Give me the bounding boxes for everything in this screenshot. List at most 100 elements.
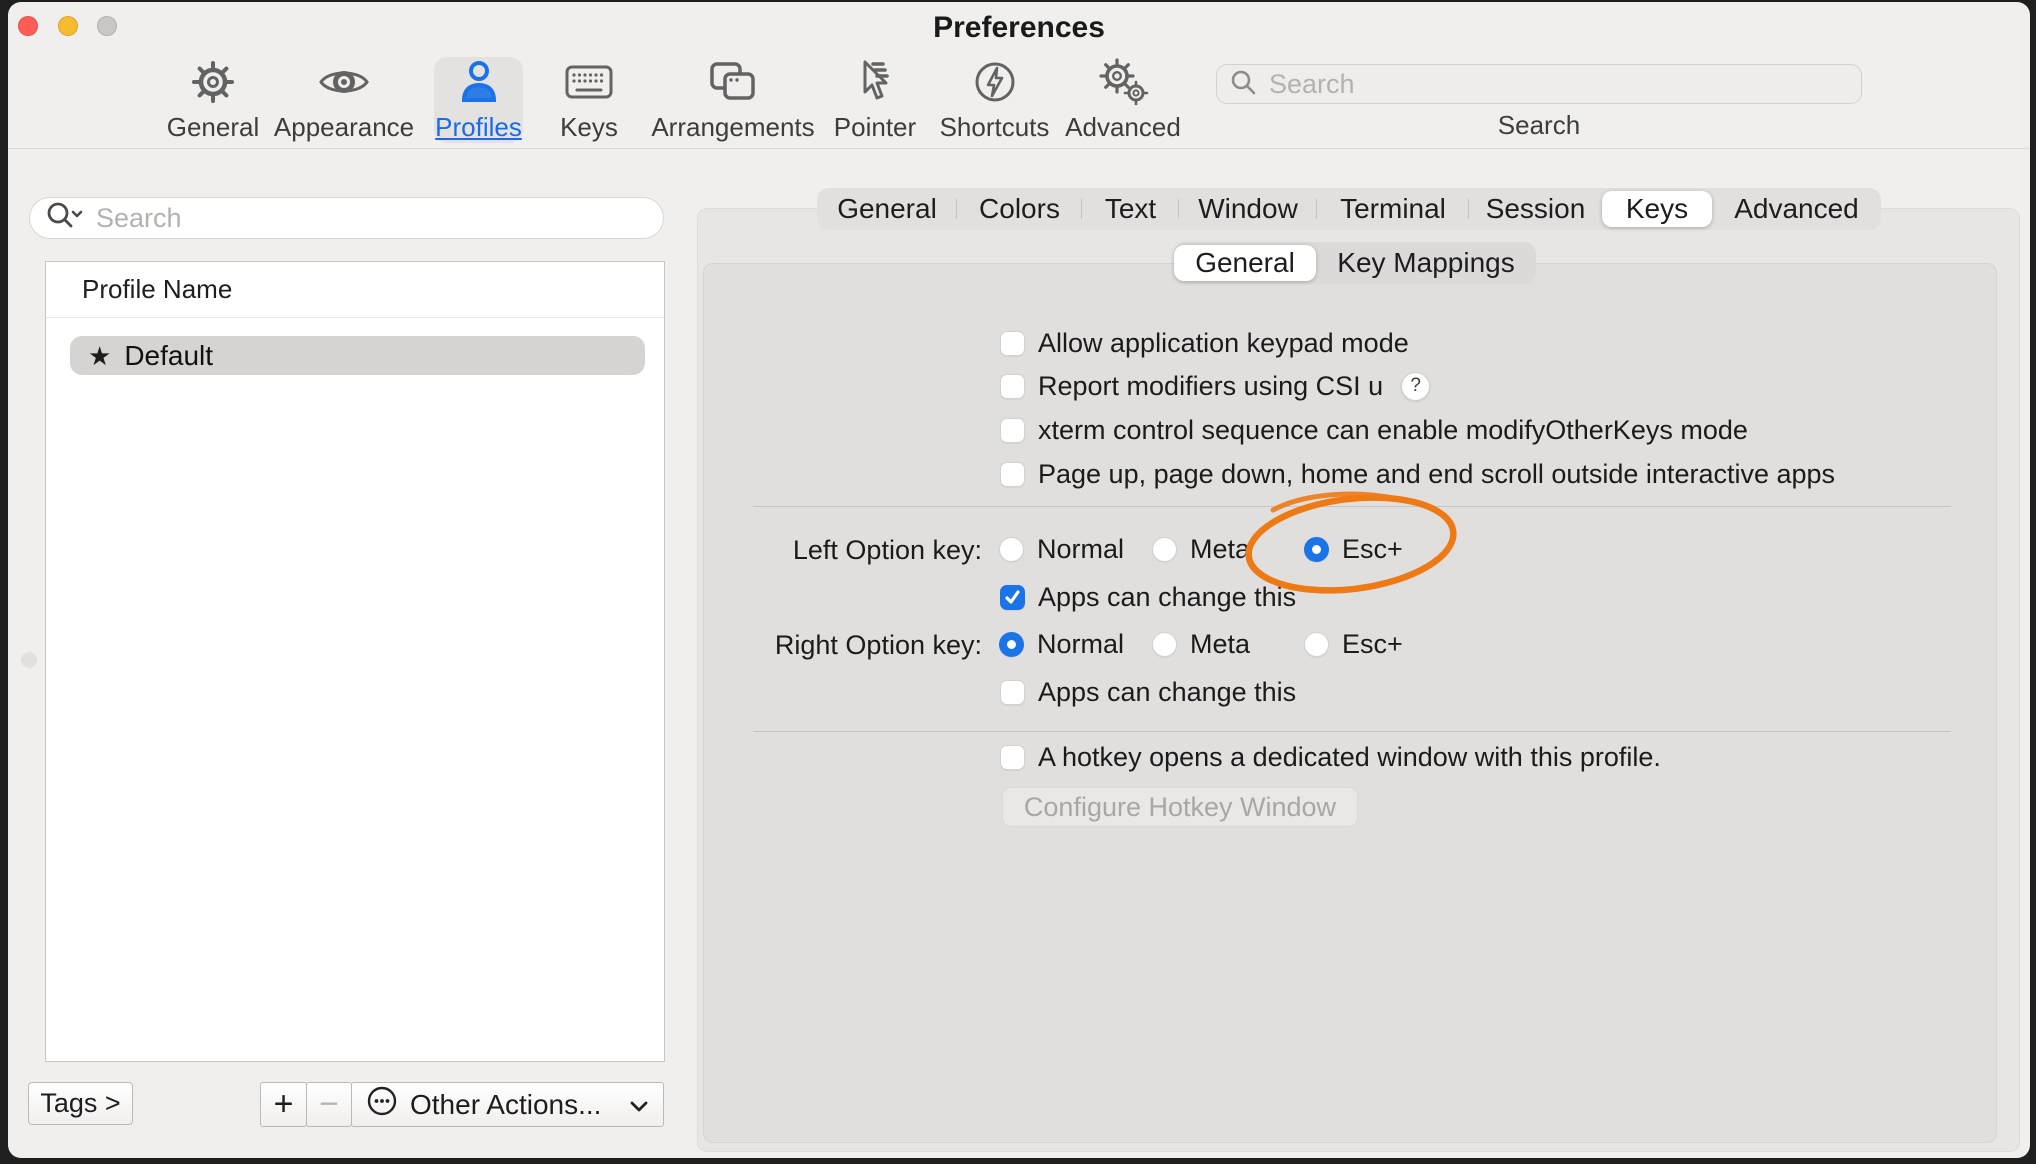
titlebar: Preferences	[8, 2, 2030, 52]
toolbar-label-pointer: Pointer	[834, 112, 916, 143]
row-modify-other-keys: xterm control sequence can enable modify…	[1000, 411, 1748, 449]
gear-icon	[190, 56, 236, 108]
tab-keys[interactable]: Keys	[1602, 191, 1712, 227]
gears-icon	[1095, 56, 1151, 108]
toolbar-item-pointer[interactable]: Pointer	[827, 56, 923, 143]
remove-profile-button: −	[306, 1082, 352, 1127]
toolbar-label-keys: Keys	[560, 112, 618, 143]
profile-search-input[interactable]	[94, 202, 658, 235]
toolbar-label-shortcuts: Shortcuts	[940, 112, 1050, 143]
hotkey-checkbox[interactable]	[1000, 745, 1025, 770]
chevron-down-icon	[629, 1089, 649, 1120]
ellipsis-circle-icon	[366, 1085, 398, 1124]
toolbar-item-profiles[interactable]: Profiles	[434, 56, 523, 143]
tab-window[interactable]: Window	[1179, 188, 1317, 230]
right-apps-change-label: Apps can change this	[1038, 677, 1296, 708]
left-option-esc-radio[interactable]	[1304, 537, 1329, 562]
right-option-esc-radio[interactable]	[1304, 632, 1329, 657]
search-scope-icon	[44, 201, 84, 236]
csi-u-checkbox[interactable]	[1000, 374, 1025, 399]
right-option-esc[interactable]: Esc+	[1304, 625, 1403, 663]
configure-hotkey-window-button: Configure Hotkey Window	[1002, 787, 1358, 827]
left-option-esc-label: Esc+	[1342, 534, 1403, 565]
modify-other-keys-label: xterm control sequence can enable modify…	[1038, 415, 1748, 446]
left-apps-change-label: Apps can change this	[1038, 582, 1296, 613]
toolbar-item-appearance[interactable]: Appearance	[278, 56, 410, 143]
toolbar-item-shortcuts[interactable]: Shortcuts	[936, 56, 1053, 143]
page-scroll-checkbox[interactable]	[1000, 462, 1025, 487]
other-actions-dropdown[interactable]: Other Actions...	[351, 1082, 664, 1127]
toolbar-label-general: General	[167, 112, 260, 143]
left-option-esc[interactable]: Esc+	[1304, 530, 1403, 568]
keys-subtabs: General Key Mappings	[1174, 242, 1536, 284]
row-page-scroll: Page up, page down, home and end scroll …	[1000, 455, 1835, 493]
search-icon	[1229, 68, 1257, 101]
profile-tabs: General Colors Text Window Terminal Sess…	[817, 188, 1881, 230]
toolbar-item-advanced[interactable]: Advanced	[1064, 56, 1182, 143]
lightning-icon	[972, 56, 1018, 108]
profile-row-default[interactable]: ★ Default	[70, 336, 645, 375]
windows-icon	[708, 56, 758, 108]
right-option-meta-radio[interactable]	[1152, 632, 1177, 657]
row-right-apps-change: Apps can change this	[1000, 673, 1296, 711]
subtab-key-mappings[interactable]: Key Mappings	[1316, 242, 1536, 284]
keyboard-icon	[564, 56, 614, 108]
toolbar-search-input[interactable]	[1267, 68, 1831, 101]
keypad-mode-checkbox[interactable]	[1000, 331, 1025, 356]
row-csi-u: Report modifiers using CSI u ?	[1000, 367, 1430, 405]
add-profile-button[interactable]: +	[260, 1082, 307, 1127]
left-option-label: Left Option key:	[697, 535, 982, 566]
star-icon: ★	[88, 343, 111, 369]
window-title: Preferences	[8, 11, 2030, 45]
right-option-meta[interactable]: Meta	[1152, 625, 1250, 663]
toolbar-label-advanced: Advanced	[1065, 112, 1181, 143]
right-option-label: Right Option key:	[697, 630, 982, 661]
toolbar-item-arrangements[interactable]: Arrangements	[650, 56, 816, 143]
tab-session[interactable]: Session	[1469, 188, 1602, 230]
toolbar-separator	[8, 148, 2030, 149]
toolbar-item-general[interactable]: General	[163, 56, 263, 143]
separator	[753, 731, 1951, 732]
separator	[753, 506, 1951, 507]
person-icon	[456, 56, 502, 108]
right-option-normal-radio[interactable]	[999, 632, 1024, 657]
left-option-meta[interactable]: Meta	[1152, 530, 1250, 568]
tab-general[interactable]: General	[817, 188, 957, 230]
hotkey-label: A hotkey opens a dedicated window with t…	[1038, 742, 1661, 773]
right-option-esc-label: Esc+	[1342, 629, 1403, 660]
tab-text[interactable]: Text	[1082, 188, 1179, 230]
right-apps-change-checkbox[interactable]	[1000, 680, 1025, 705]
profile-list-header: Profile Name	[46, 262, 664, 318]
tab-terminal[interactable]: Terminal	[1317, 188, 1469, 230]
left-option-normal[interactable]: Normal	[999, 530, 1124, 568]
profile-search-field[interactable]	[29, 197, 664, 239]
keypad-mode-label: Allow application keypad mode	[1038, 328, 1409, 359]
tab-colors[interactable]: Colors	[957, 188, 1082, 230]
left-option-normal-label: Normal	[1037, 534, 1124, 565]
left-option-normal-radio[interactable]	[999, 537, 1024, 562]
subtab-general[interactable]: General	[1174, 245, 1316, 281]
help-button[interactable]: ?	[1401, 372, 1430, 401]
left-option-meta-radio[interactable]	[1152, 537, 1177, 562]
left-option-meta-label: Meta	[1190, 534, 1250, 565]
toolbar-search-caption: Search	[1216, 110, 1862, 141]
toolbar-search-field[interactable]	[1216, 64, 1862, 104]
left-apps-change-checkbox[interactable]	[1000, 585, 1025, 610]
tags-button[interactable]: Tags >	[28, 1082, 133, 1125]
other-actions-label: Other Actions...	[410, 1089, 617, 1121]
row-keypad-mode: Allow application keypad mode	[1000, 324, 1409, 362]
right-option-meta-label: Meta	[1190, 629, 1250, 660]
toolbar-label-arrangements: Arrangements	[651, 112, 814, 143]
preferences-window: Preferences General	[8, 2, 2030, 1158]
eye-icon	[318, 56, 370, 108]
profile-list: Profile Name ★ Default	[45, 261, 665, 1062]
tab-advanced[interactable]: Advanced	[1712, 188, 1881, 230]
csi-u-label: Report modifiers using CSI u	[1038, 371, 1383, 402]
toolbar-item-keys[interactable]: Keys	[549, 56, 629, 143]
toolbar-label-appearance: Appearance	[274, 112, 414, 143]
page-scroll-label: Page up, page down, home and end scroll …	[1038, 459, 1835, 490]
profile-name: Default	[124, 340, 213, 372]
right-option-normal[interactable]: Normal	[999, 625, 1124, 663]
toolbar-label-profiles: Profiles	[435, 112, 522, 143]
modify-other-keys-checkbox[interactable]	[1000, 418, 1025, 443]
